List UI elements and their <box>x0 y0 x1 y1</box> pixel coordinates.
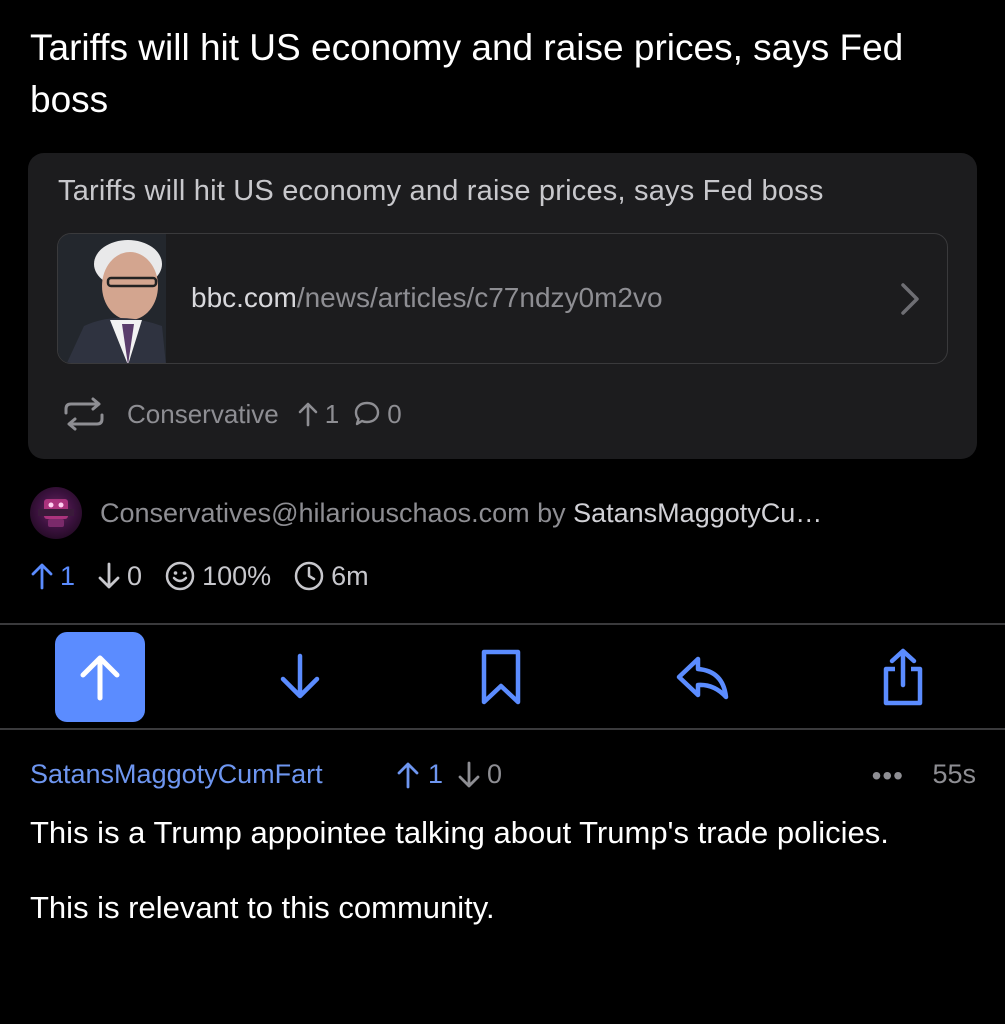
age-stat: 6m <box>293 560 369 592</box>
upvote-button[interactable] <box>55 632 145 722</box>
comment-downvote-stat: 0 <box>457 759 502 790</box>
author-name[interactable]: SatansMaggotyCu… <box>573 498 822 528</box>
community-name[interactable]: Conservatives@hilariouschaos.com <box>100 498 530 528</box>
crosspost-meta: Conservative 1 0 <box>60 397 402 431</box>
share-icon <box>883 648 923 706</box>
arrow-up-icon <box>80 655 120 701</box>
share-button[interactable] <box>858 632 948 722</box>
chevron-right-icon <box>901 283 919 315</box>
post-author-row[interactable]: Conservatives@hilariouschaos.com by Sata… <box>30 484 822 542</box>
arrow-up-icon <box>397 762 419 788</box>
arrow-down-icon <box>98 562 120 589</box>
bookmark-icon <box>481 649 521 705</box>
post-age: 6m <box>331 560 369 591</box>
article-thumbnail <box>58 234 166 363</box>
crosspost-community[interactable]: Conservative <box>127 399 279 430</box>
comment-downvotes: 0 <box>487 759 503 789</box>
smiley-icon <box>165 561 195 591</box>
upvote-ratio: 100% <box>202 560 272 591</box>
link-url[interactable]: bbc.com/news/articles/c77ndzy0m2vo <box>191 282 663 314</box>
by-label: by <box>529 497 574 528</box>
clock-icon <box>294 561 324 591</box>
comment-paragraph: This is a Trump appointee talking about … <box>30 815 889 850</box>
save-button[interactable] <box>456 632 546 722</box>
arrow-down-icon <box>280 653 320 699</box>
community-avatar[interactable] <box>30 487 82 539</box>
comment-icon <box>355 401 380 426</box>
comment-votes: 1 0 <box>396 759 502 790</box>
downvote-stat: 0 <box>97 561 142 592</box>
comment-author[interactable]: SatansMaggotyCumFart <box>30 759 323 790</box>
link-domain: bbc.com <box>191 282 297 313</box>
downvote-count: 0 <box>127 560 143 591</box>
arrow-up-icon <box>298 402 318 427</box>
comment-header: SatansMaggotyCumFart 1 0 ••• 55s <box>30 755 976 797</box>
crosspost-card[interactable]: Tariffs will hit US economy and raise pr… <box>28 153 977 459</box>
upvote-stat: 1 <box>30 561 75 592</box>
comment-upvotes: 1 <box>428 759 444 789</box>
post-title: Tariffs will hit US economy and raise pr… <box>30 27 904 120</box>
post-stats: 1 0 100% 6m <box>30 556 391 596</box>
crosspost-title: Tariffs will hit US economy and raise pr… <box>58 175 824 207</box>
comment-body: This is a Trump appointee talking about … <box>30 812 976 962</box>
reply-icon <box>676 656 729 700</box>
reply-button[interactable] <box>657 632 747 722</box>
downvote-button[interactable] <box>255 632 345 722</box>
crosspost-comments: 0 <box>387 398 402 429</box>
more-options-icon[interactable]: ••• <box>872 760 904 792</box>
comment-paragraph: This is relevant to this community. <box>30 890 495 925</box>
arrow-up-icon <box>31 563 53 590</box>
arrow-down-icon <box>458 761 480 787</box>
crosspost-upvotes: 1 <box>324 398 340 429</box>
upvote-count: 1 <box>60 560 76 591</box>
ratio-stat: 100% <box>164 560 271 592</box>
comment-age: 55s <box>932 759 976 789</box>
link-preview[interactable]: bbc.com/news/articles/c77ndzy0m2vo <box>57 233 948 364</box>
link-path: /news/articles/c77ndzy0m2vo <box>296 282 663 313</box>
repost-icon <box>64 397 104 431</box>
action-bar <box>0 625 1005 729</box>
post-attribution: Conservatives@hilariouschaos.com by Sata… <box>100 498 822 529</box>
divider <box>0 728 1005 730</box>
